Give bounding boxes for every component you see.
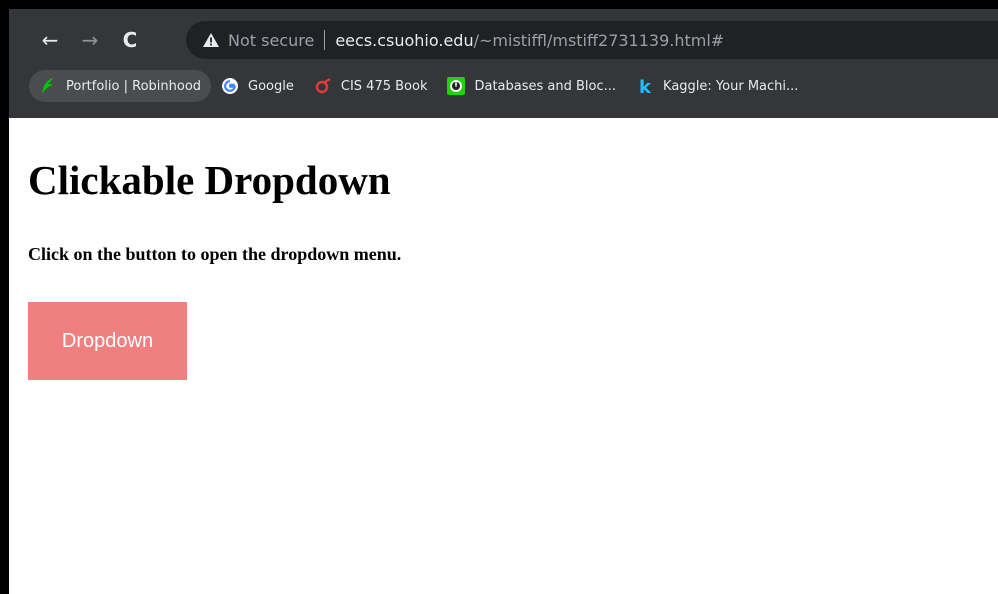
reload-icon: C xyxy=(122,28,138,52)
dropdown-button[interactable]: Dropdown xyxy=(28,302,187,380)
bookmark-databases[interactable]: Databases and Bloc... xyxy=(437,70,626,102)
reload-button[interactable]: C xyxy=(115,25,145,55)
bookmark-kaggle[interactable]: k Kaggle: Your Machi... xyxy=(626,70,808,102)
bookmark-label: CIS 475 Book xyxy=(340,78,428,94)
forward-arrow-icon: → xyxy=(81,28,99,52)
browser-toolbar: ← → C Not secure eecs.csuohio.edu/~misti… xyxy=(9,21,998,59)
svg-text:k: k xyxy=(639,77,652,95)
url-host[interactable]: eecs.csuohio.edu xyxy=(335,31,473,50)
security-status[interactable]: Not secure xyxy=(228,31,314,50)
book-logo-icon xyxy=(314,77,332,95)
page-instructions: Click on the button to open the dropdown… xyxy=(28,244,402,264)
browser-chrome: ← → C Not secure eecs.csuohio.edu/~misti… xyxy=(9,9,998,118)
warning-icon[interactable] xyxy=(202,31,220,49)
bookmark-label: Google xyxy=(248,78,294,94)
bookmark-cis475[interactable]: CIS 475 Book xyxy=(304,70,438,102)
bookmark-label: Kaggle: Your Machi... xyxy=(663,78,799,94)
page-title: Clickable Dropdown xyxy=(28,157,391,203)
address-bar[interactable]: Not secure eecs.csuohio.edu/~mistiffl/ms… xyxy=(186,21,998,59)
omnibox-divider xyxy=(324,30,326,50)
google-icon xyxy=(221,77,239,95)
kaggle-icon: k xyxy=(636,77,654,95)
back-arrow-icon: ← xyxy=(41,28,59,52)
window-frame: ← → C Not secure eecs.csuohio.edu/~misti… xyxy=(0,0,998,594)
bookmark-label: Databases and Bloc... xyxy=(474,78,617,94)
bookmark-robinhood[interactable]: Portfolio | Robinhood xyxy=(29,70,212,102)
bookmark-google[interactable]: Google xyxy=(211,70,304,102)
database-clock-icon xyxy=(447,77,466,95)
bookmarks-bar: Portfolio | Robinhood Google CIS 475 Boo… xyxy=(9,68,998,104)
forward-button[interactable]: → xyxy=(75,25,105,55)
robinhood-feather-icon xyxy=(39,77,57,95)
back-button[interactable]: ← xyxy=(35,25,65,55)
url-path[interactable]: /~mistiffl/mstiff2731139.html# xyxy=(474,31,725,50)
page-viewport: Clickable Dropdown Click on the button t… xyxy=(9,118,998,594)
bookmark-label: Portfolio | Robinhood xyxy=(66,78,202,94)
